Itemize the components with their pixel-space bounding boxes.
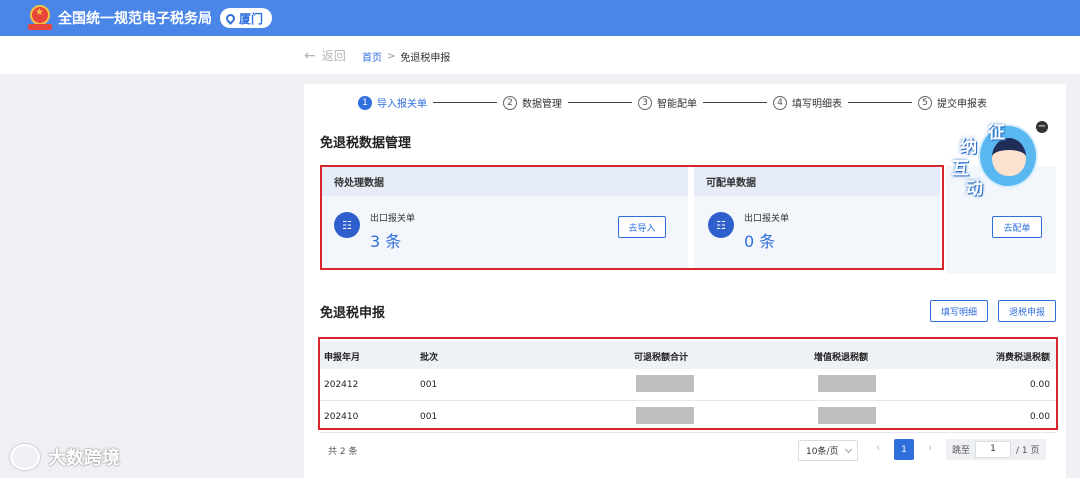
declaration-title: 免退税申报 bbox=[320, 306, 386, 321]
sub-header: ← 返回 首页 > 免退税申报 bbox=[0, 36, 1080, 74]
step-import: 1 导入报关单 bbox=[358, 95, 427, 110]
back-label: 返回 bbox=[321, 49, 346, 63]
page-size-select[interactable]: 10条/页 bbox=[798, 440, 858, 461]
arrow-left-icon: ← bbox=[304, 47, 316, 64]
national-emblem-icon: ★ bbox=[28, 5, 52, 31]
page-jump-input[interactable]: 1 bbox=[975, 441, 1012, 458]
step-label: 智能配单 bbox=[657, 99, 697, 110]
breadcrumb-home[interactable]: 首页 bbox=[362, 49, 382, 64]
city-selector[interactable]: 厦门 bbox=[220, 8, 273, 28]
jump-prefix: 跳至 bbox=[952, 446, 971, 456]
step-label: 数据管理 bbox=[522, 99, 562, 110]
step-number: 5 bbox=[918, 95, 932, 110]
step-connector bbox=[568, 102, 632, 103]
city-label: 厦门 bbox=[239, 11, 264, 26]
step-connector bbox=[703, 102, 767, 103]
step-fill-detail: 4 填写明细表 bbox=[773, 95, 842, 110]
data-management-title: 免退税数据管理 bbox=[320, 136, 412, 151]
page-jump: 跳至 1 / 1 页 bbox=[946, 439, 1046, 460]
watermark-logo-icon bbox=[10, 444, 40, 470]
back-button[interactable]: ← 返回 bbox=[304, 47, 346, 64]
refund-declare-button[interactable]: 退税申报 bbox=[998, 300, 1056, 322]
mascot-widget[interactable]: 征 纳 互 动 bbox=[948, 118, 1048, 200]
step-number: 3 bbox=[638, 95, 652, 110]
chevron-down-icon bbox=[844, 445, 853, 454]
step-number: 2 bbox=[503, 95, 517, 110]
step-number: 4 bbox=[773, 95, 787, 110]
watermark: 大数跨境 bbox=[10, 444, 120, 470]
step-submit: 5 提交申报表 bbox=[918, 95, 987, 110]
breadcrumb: 首页 > 免退税申报 bbox=[362, 49, 450, 64]
breadcrumb-current: 免退税申报 bbox=[400, 53, 451, 64]
page-size-value: 10条/页 bbox=[806, 447, 839, 457]
step-smart-match: 3 智能配单 bbox=[638, 95, 697, 110]
step-data-management: 2 数据管理 bbox=[503, 95, 562, 110]
step-label: 填写明细表 bbox=[792, 99, 842, 110]
step-indicator: 1 导入报关单 2 数据管理 3 智能配单 4 填写明细表 5 提交申报表 bbox=[358, 95, 987, 110]
app-title: 全国统一规范电子税务局 bbox=[58, 11, 212, 27]
mascot-char: 征 bbox=[988, 123, 1005, 143]
step-label: 导入报关单 bbox=[377, 99, 427, 110]
step-number: 1 bbox=[358, 95, 372, 110]
step-connector bbox=[433, 102, 497, 103]
mascot-avatar-icon bbox=[992, 138, 1026, 176]
collapse-mascot-button[interactable]: − bbox=[1036, 121, 1048, 133]
step-connector bbox=[848, 102, 912, 103]
page-1-button[interactable]: 1 bbox=[894, 439, 914, 460]
highlight-box-data bbox=[320, 165, 944, 270]
mascot-char: 动 bbox=[966, 179, 983, 199]
location-pin-icon bbox=[224, 11, 237, 25]
prev-page-button[interactable]: ‹ bbox=[876, 441, 880, 454]
watermark-text: 大数跨境 bbox=[48, 448, 120, 469]
breadcrumb-separator: > bbox=[387, 51, 396, 62]
top-bar: ★ 全国统一规范电子税务局 厦门 bbox=[0, 0, 1080, 36]
step-label: 提交申报表 bbox=[937, 99, 987, 110]
total-count: 共 2 条 bbox=[328, 447, 358, 457]
jump-suffix: / 1 页 bbox=[1016, 446, 1040, 456]
next-page-button[interactable]: › bbox=[928, 441, 932, 454]
go-match-button[interactable]: 去配单 bbox=[992, 216, 1042, 238]
fill-detail-button[interactable]: 填写明细 bbox=[930, 300, 988, 322]
highlight-box-table bbox=[318, 337, 1058, 430]
